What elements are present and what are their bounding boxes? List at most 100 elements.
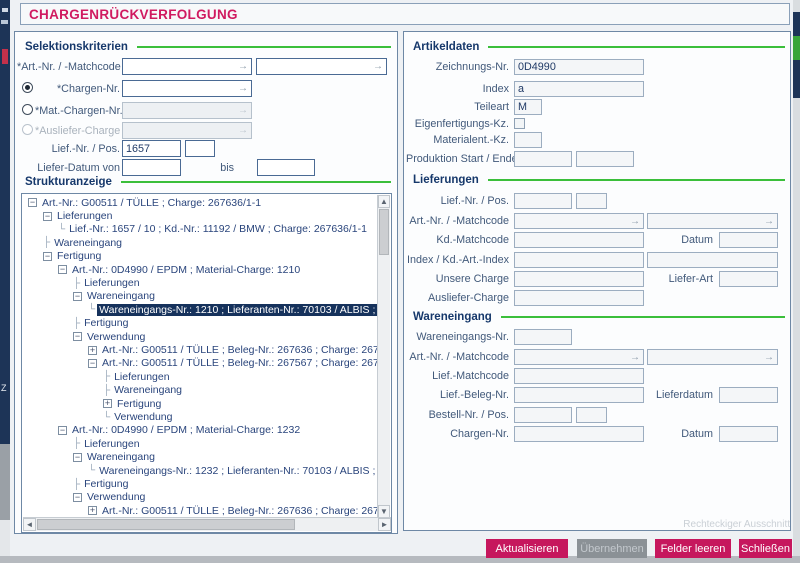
tree-row[interactable]: +Art.-Nr.: G00511 / TÜLLE ; Beleg-Nr.: 2…: [24, 343, 377, 356]
expand-icon[interactable]: +: [103, 399, 112, 408]
aktualisieren-button[interactable]: Aktualisieren: [486, 539, 568, 558]
tree-row[interactable]: ├Wareneingang: [24, 384, 184, 397]
expand-icon[interactable]: +: [88, 506, 97, 515]
tree-row-label[interactable]: Fertigung: [115, 398, 163, 410]
lookup-arrow-icon: →: [764, 216, 774, 227]
scroll-left-icon[interactable]: ◄: [23, 518, 36, 531]
tree-row[interactable]: ├Wareneingang: [24, 236, 124, 249]
unsere-charge-label: Unsere Charge: [406, 273, 509, 285]
tree-row[interactable]: └Wareneingangs-Nr.: 1210 ; Lieferanten-N…: [24, 303, 377, 316]
lookup-arrow-icon: →: [238, 125, 248, 136]
tree-row[interactable]: −Art.-Nr.: G00511 / TÜLLE ; Beleg-Nr.: 2…: [24, 357, 377, 370]
tree-row[interactable]: ├Lieferungen: [24, 437, 142, 450]
collapse-icon[interactable]: −: [58, 265, 67, 274]
tree-row-label[interactable]: Art.-Nr.: G00511 / TÜLLE ; Beleg-Nr.: 26…: [100, 344, 377, 356]
mat-chargen-nr-radio[interactable]: [22, 104, 33, 115]
lookup-arrow-icon: →: [238, 105, 248, 116]
lookup-arrow-icon[interactable]: →: [373, 61, 383, 72]
tree-row[interactable]: └Verwendung: [24, 410, 174, 423]
tree-row[interactable]: −Art.-Nr.: 0D4990 / EPDM ; Material-Char…: [24, 263, 302, 276]
tree-vertical-scrollbar[interactable]: ▲ ▼: [377, 195, 390, 518]
tree-row-label[interactable]: Lief.-Nr.: 1657 / 10 ; Kd.-Nr.: 11192 / …: [67, 223, 369, 235]
eigenfertigungs-kz-label: Eigenfertigungs-Kz.: [406, 118, 509, 130]
tree-row[interactable]: ├Lieferungen: [24, 276, 142, 289]
tree-row[interactable]: +Art.-Nr.: G00511 / TÜLLE ; Beleg-Nr.: 2…: [24, 504, 377, 517]
lookup-arrow-icon: →: [630, 216, 640, 227]
tree-row[interactable]: ├Fertigung: [24, 317, 130, 330]
tree-row[interactable]: └Wareneingangs-Nr.: 1232 ; Lieferanten-N…: [24, 464, 377, 477]
tree-row[interactable]: └Lief.-Nr.: 1657 / 10 ; Kd.-Nr.: 11192 /…: [24, 223, 369, 236]
chargen-nr-radio[interactable]: [22, 82, 33, 93]
tree-row-label[interactable]: Lieferungen: [55, 210, 114, 222]
tree-row-label[interactable]: Lieferungen: [112, 371, 171, 383]
liefer-datum-von-input[interactable]: [122, 159, 181, 176]
tree-row[interactable]: ├Fertigung: [24, 477, 130, 490]
lookup-arrow-icon[interactable]: →: [238, 61, 248, 72]
collapse-icon[interactable]: −: [58, 426, 67, 435]
chargen-nr-input[interactable]: →: [122, 80, 252, 97]
app-root: Z CHARGENRÜCKVERFOLGUNG Selektionskriter…: [0, 0, 800, 563]
tree-row-label[interactable]: Art.-Nr.: G00511 / TÜLLE ; Beleg-Nr.: 26…: [100, 357, 377, 369]
tree-row-label[interactable]: Verwendung: [85, 491, 147, 503]
structure-tree-box: −Art.-Nr.: G00511 / TÜLLE ; Charge: 2676…: [21, 193, 392, 533]
tree-row-label[interactable]: Art.-Nr.: G00511 / TÜLLE ; Charge: 26763…: [40, 197, 263, 209]
collapse-icon[interactable]: −: [73, 453, 82, 462]
tree-row-label[interactable]: Art.-Nr.: G00511 / TÜLLE ; Beleg-Nr.: 26…: [100, 505, 377, 517]
tree-row-label[interactable]: Art.-Nr.: 0D4990 / EPDM ; Material-Charg…: [70, 424, 302, 436]
edge-fragment-text: Z: [1, 383, 7, 393]
tree-row[interactable]: −Lieferungen: [24, 209, 114, 222]
scroll-right-icon[interactable]: ►: [378, 518, 391, 531]
tree-row-label[interactable]: Fertigung: [82, 317, 130, 329]
collapse-icon[interactable]: −: [28, 198, 37, 207]
tree-row[interactable]: −Verwendung: [24, 330, 147, 343]
tree-row-label[interactable]: Wareneingangs-Nr.: 1232 ; Lieferanten-Nr…: [97, 465, 377, 477]
tree-row-label[interactable]: Wareneingang: [85, 290, 157, 302]
tree-row-label[interactable]: Verwendung: [112, 411, 174, 423]
expand-icon[interactable]: +: [88, 346, 97, 355]
tree-row-label[interactable]: Wareneingangs-Nr.: 1210 ; Lieferanten-Nr…: [97, 304, 377, 316]
collapse-icon[interactable]: −: [73, 493, 82, 502]
tree-row-label[interactable]: Fertigung: [55, 250, 103, 262]
artnr-input[interactable]: →: [122, 58, 252, 75]
felder-leeren-button[interactable]: Felder leeren: [655, 539, 731, 558]
collapse-icon[interactable]: −: [43, 212, 52, 221]
structure-tree[interactable]: −Art.-Nr.: G00511 / TÜLLE ; Charge: 2676…: [24, 196, 377, 518]
tree-row-label[interactable]: Fertigung: [82, 478, 130, 490]
lief-nr-pos-label: Lief.-Nr. / Pos.: [17, 143, 120, 155]
lief-nr-input[interactable]: 1657: [122, 140, 181, 157]
liefer-datum-bis-input[interactable]: [257, 159, 315, 176]
tree-row-label[interactable]: Lieferungen: [82, 277, 141, 289]
collapse-icon[interactable]: −: [43, 252, 52, 261]
tree-row-label[interactable]: Wareneingang: [85, 451, 157, 463]
tree-row-label[interactable]: Wareneingang: [52, 237, 124, 249]
tree-row[interactable]: −Wareneingang: [24, 451, 157, 464]
index-field: a: [514, 81, 644, 97]
tree-row[interactable]: −Wareneingang: [24, 290, 157, 303]
tree-row-label[interactable]: Art.-Nr.: 0D4990 / EPDM ; Material-Charg…: [70, 264, 302, 276]
tree-row[interactable]: −Art.-Nr.: G00511 / TÜLLE ; Charge: 2676…: [24, 196, 263, 209]
tree-row[interactable]: +Fertigung: [24, 397, 163, 410]
tree-row[interactable]: −Fertigung: [24, 250, 103, 263]
schliessen-button[interactable]: Schließen: [739, 539, 792, 558]
collapse-icon[interactable]: −: [88, 359, 97, 368]
collapse-icon[interactable]: −: [73, 292, 82, 301]
horizontal-scroll-thumb[interactable]: [37, 519, 295, 530]
tree-row[interactable]: −Art.-Nr.: 0D4990 / EPDM ; Material-Char…: [24, 424, 302, 437]
collapse-icon[interactable]: −: [73, 332, 82, 341]
tree-row[interactable]: ├Lieferungen: [24, 370, 172, 383]
tree-horizontal-scrollbar[interactable]: ◄ ►: [23, 517, 391, 531]
scroll-up-icon[interactable]: ▲: [378, 195, 390, 208]
tree-connector: └: [88, 465, 95, 476]
tree-row-label[interactable]: Verwendung: [85, 331, 147, 343]
tree-row-label[interactable]: Wareneingang: [112, 384, 184, 396]
lookup-arrow-icon[interactable]: →: [238, 83, 248, 94]
eigenfertigungs-kz-checkbox: [514, 118, 525, 129]
lief-pos-input[interactable]: [185, 140, 215, 157]
edge-fragment-green: [793, 36, 800, 60]
vertical-scroll-thumb[interactable]: [379, 209, 389, 255]
matchcode-input[interactable]: →: [256, 58, 387, 75]
section-rule: [488, 46, 785, 48]
page-title: CHARGENRÜCKVERFOLGUNG: [21, 7, 238, 22]
tree-row[interactable]: −Verwendung: [24, 491, 147, 504]
tree-row-label[interactable]: Lieferungen: [82, 438, 141, 450]
